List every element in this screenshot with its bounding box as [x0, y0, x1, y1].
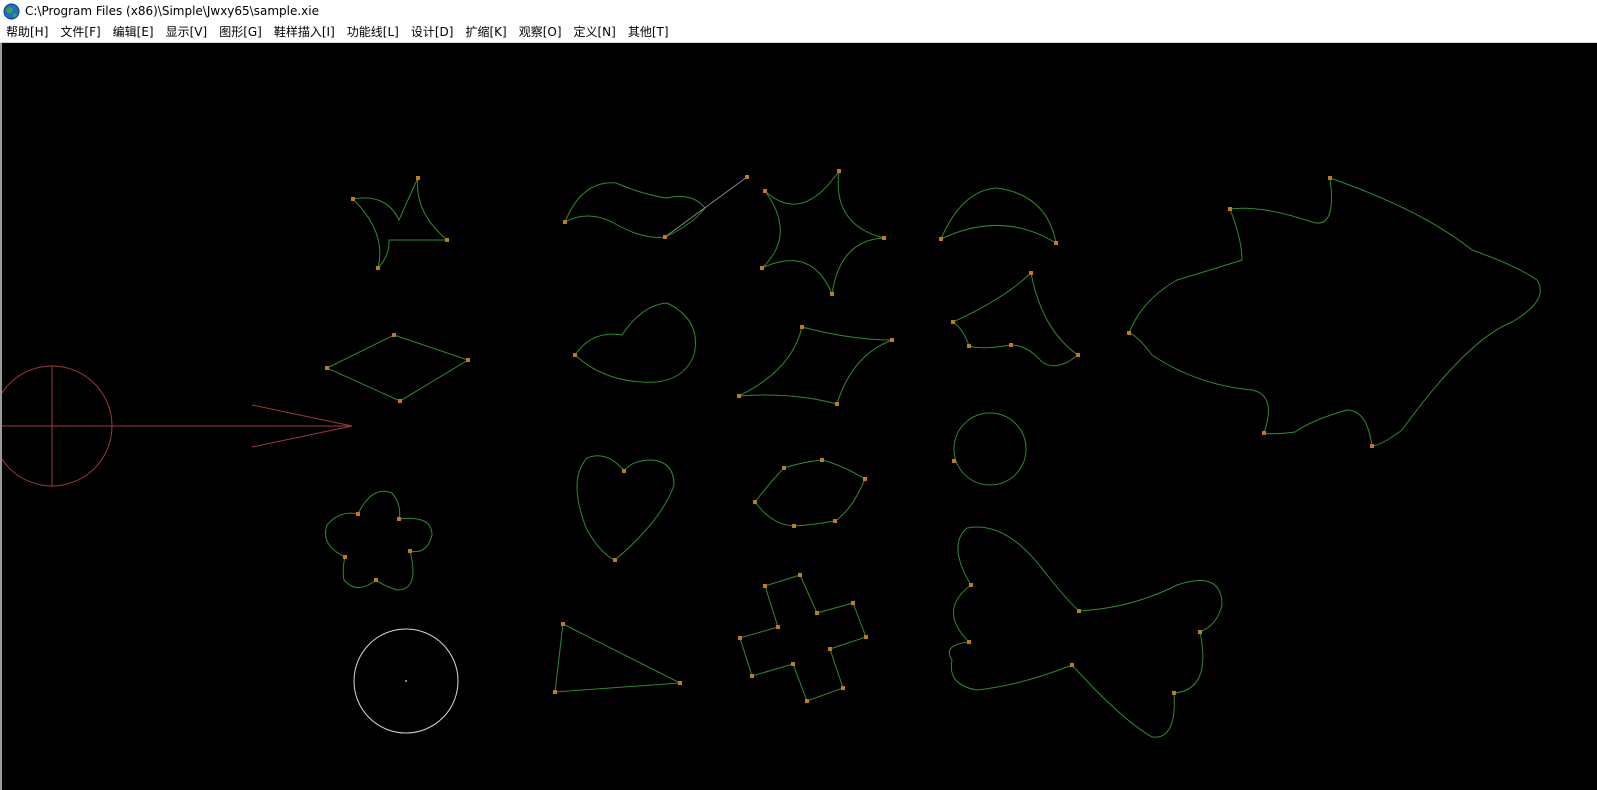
shape-diamond[interactable]: [325, 333, 470, 403]
globe-app-icon: [3, 3, 20, 19]
title-bar: C:\Program Files (x86)\Simple\Jwxy65\sam…: [0, 0, 1597, 22]
menu-define[interactable]: 定义[N]: [568, 22, 622, 42]
reference-circle-marker[interactable]: [2, 365, 353, 487]
shape-curved-quad[interactable]: [737, 325, 894, 406]
menu-bar: 帮助[H] 文件[F] 编辑[E] 显示[V] 图形[G] 鞋样描入[I] 功能…: [0, 22, 1597, 43]
shape-circle-small[interactable]: [952, 412, 1027, 486]
menu-shoe-trace[interactable]: 鞋样描入[I]: [268, 22, 341, 42]
shape-triangle[interactable]: [553, 622, 682, 694]
shape-kidney[interactable]: [573, 302, 696, 383]
menu-scale[interactable]: 扩缩[K]: [459, 22, 512, 42]
shape-heart[interactable]: [576, 455, 675, 562]
shape-flower[interactable]: [325, 490, 433, 591]
window-title: C:\Program Files (x86)\Simple\Jwxy65\sam…: [25, 4, 319, 18]
shape-wave-leaf[interactable]: [563, 175, 749, 239]
shape-bone[interactable]: [948, 526, 1223, 738]
menu-help[interactable]: 帮助[H]: [0, 22, 54, 42]
menu-design[interactable]: 设计[D]: [405, 22, 460, 42]
shape-circle-white[interactable]: [353, 628, 459, 734]
drawing-canvas[interactable]: [2, 43, 1597, 790]
menu-function-line[interactable]: 功能线[L]: [341, 22, 405, 42]
shape-lens[interactable]: [753, 458, 867, 528]
menu-observe[interactable]: 观察[O]: [513, 22, 568, 42]
menu-edit[interactable]: 编辑[E]: [107, 22, 160, 42]
menu-other[interactable]: 其他[T]: [622, 22, 675, 42]
shape-star-large[interactable]: [760, 169, 886, 296]
menu-display[interactable]: 显示[V]: [160, 22, 214, 42]
shape-star-small[interactable]: [351, 176, 449, 270]
shape-wing[interactable]: [951, 271, 1080, 367]
shape-half-moon[interactable]: [939, 187, 1058, 245]
menu-shape[interactable]: 图形[G]: [213, 22, 268, 42]
drawing-area[interactable]: [0, 43, 1597, 790]
menu-file[interactable]: 文件[F]: [54, 22, 106, 42]
shape-large-leaf[interactable]: [1127, 176, 1541, 448]
shape-cross[interactable]: [738, 573, 868, 703]
